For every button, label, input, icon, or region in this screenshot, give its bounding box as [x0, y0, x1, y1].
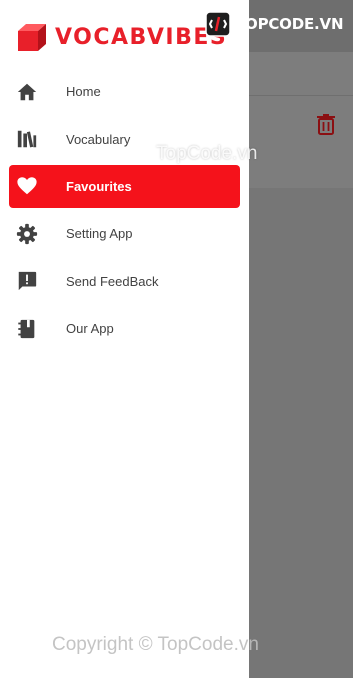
menu-item-favourites[interactable]: Favourites [0, 163, 249, 210]
menu-item-our-app[interactable]: Our App [0, 305, 249, 352]
copyright-watermark: Copyright © TopCode.vn [52, 634, 259, 655]
menu-item-label: Favourites [66, 178, 132, 194]
gear-icon [16, 223, 38, 244]
topcode-watermark-logo: TOPCODE.VN [205, 10, 343, 38]
menu-item-label: Vocabulary [66, 131, 131, 147]
menu-item-setting-app[interactable]: Setting App [0, 210, 249, 257]
menu-item-label: Setting App [66, 226, 133, 242]
topcode-logo-text: TOPCODE.VN [235, 15, 344, 33]
heart-icon [17, 177, 37, 195]
topcode-logo-icon [205, 11, 231, 37]
menu-item-label: Home [66, 84, 101, 100]
menu-item-label: Send FeedBack [66, 273, 159, 289]
library-icon [17, 130, 37, 148]
brand-name: VOCABVIBES [55, 24, 228, 50]
menu-item-send-feedback[interactable]: Send FeedBack [0, 258, 249, 305]
trash-icon[interactable] [314, 112, 338, 136]
brand-header: VOCABVIBES [17, 22, 227, 52]
cube-logo-icon [18, 24, 46, 51]
watermark-text: TopCode.vn [156, 143, 258, 164]
feedback-icon [18, 272, 37, 291]
navigation-drawer: VOCABVIBES Home Vocabulary Favourites Se… [0, 0, 249, 678]
drawer-menu: Home Vocabulary Favourites Setting App S… [0, 68, 249, 352]
app-icon [18, 319, 35, 338]
menu-item-label: Our App [66, 321, 114, 337]
home-icon [17, 83, 37, 100]
menu-item-home[interactable]: Home [0, 68, 249, 115]
